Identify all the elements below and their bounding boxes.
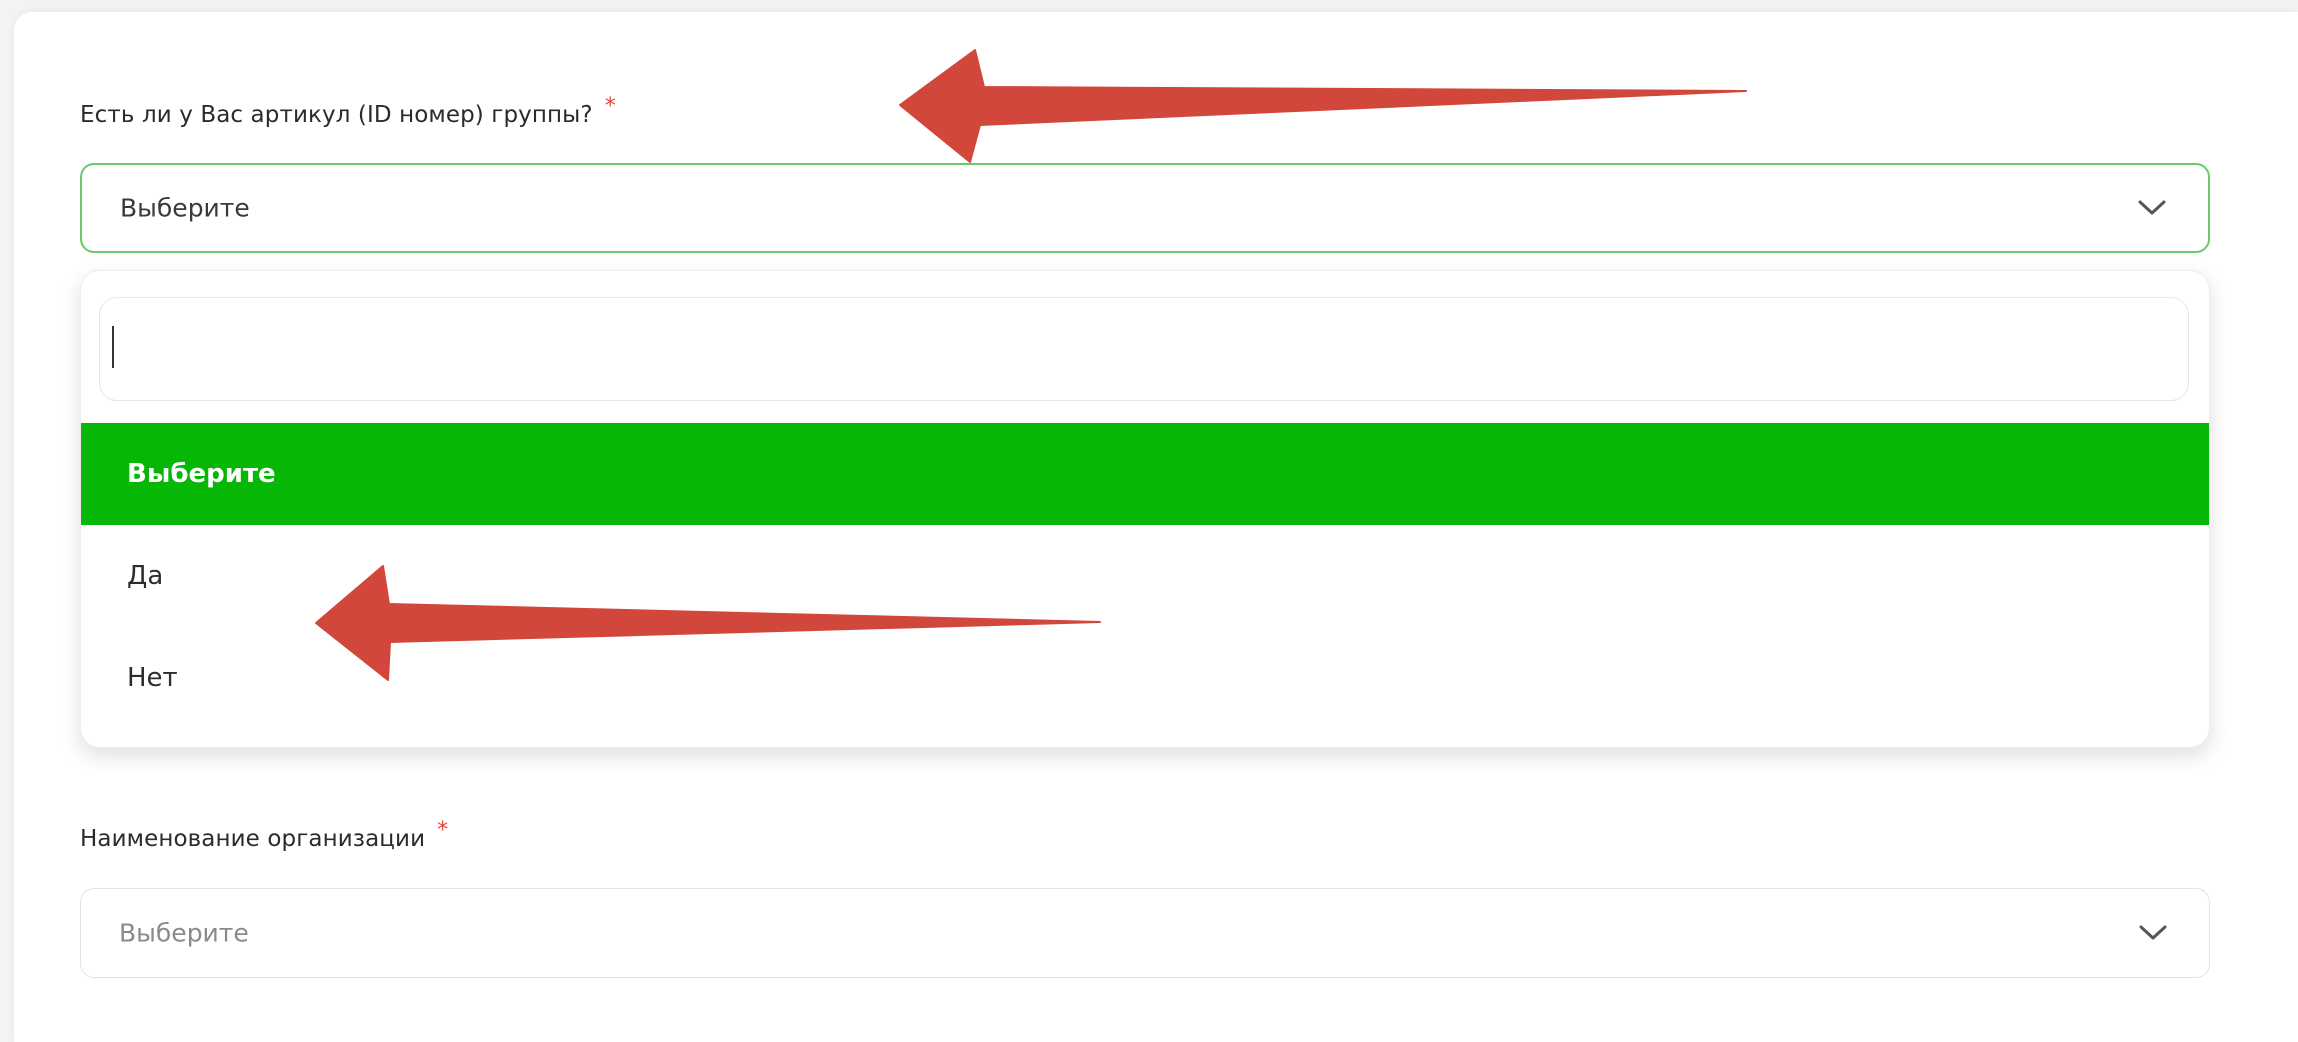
group-id-select-value: Выберите bbox=[120, 193, 250, 223]
chevron-down-icon bbox=[2138, 200, 2166, 215]
dropdown-option-no[interactable]: Нет bbox=[81, 627, 2209, 729]
text-cursor bbox=[112, 326, 114, 368]
required-mark: * bbox=[604, 94, 616, 119]
dropdown-option-label: Выберите bbox=[127, 459, 276, 489]
group-id-label-text: Есть ли у Вас артикул (ID номер) группы? bbox=[80, 102, 593, 128]
dropdown-option-label: Нет bbox=[127, 663, 178, 693]
dropdown-option-yes[interactable]: Да bbox=[81, 525, 2209, 627]
chevron-down-icon bbox=[2139, 925, 2167, 940]
group-id-dropdown: Выберите Да Нет bbox=[80, 270, 2210, 748]
group-id-label: Есть ли у Вас артикул (ID номер) группы?… bbox=[80, 94, 616, 128]
organization-label-text: Наименование организации bbox=[80, 826, 426, 852]
dropdown-option-label: Да bbox=[127, 561, 164, 591]
group-id-select[interactable]: Выберите bbox=[80, 163, 2210, 253]
organization-select[interactable]: Выберите bbox=[80, 888, 2210, 978]
required-mark: * bbox=[437, 818, 449, 843]
dropdown-option-choose[interactable]: Выберите bbox=[81, 423, 2209, 525]
organization-label: Наименование организации * bbox=[80, 818, 448, 852]
dropdown-search-input[interactable] bbox=[99, 297, 2189, 401]
organization-select-value: Выберите bbox=[119, 918, 249, 948]
